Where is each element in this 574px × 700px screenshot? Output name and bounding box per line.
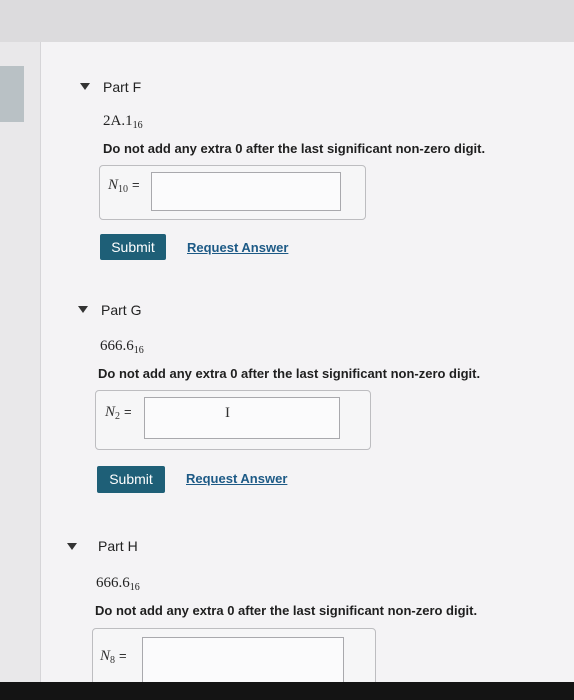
- part-g-answer-input[interactable]: [144, 397, 340, 439]
- number-value: 666.6: [96, 575, 130, 591]
- number-value: 2A.1: [103, 113, 133, 129]
- variable-name: N: [108, 177, 119, 193]
- part-h-variable-label: N8 =: [100, 648, 127, 666]
- side-indicator: [0, 66, 24, 122]
- part-h-instruction: Do not add any extra 0 after the last si…: [95, 603, 478, 618]
- part-f-submit-button[interactable]: Submit: [100, 234, 166, 260]
- variable-subscript: 8: [110, 655, 116, 666]
- text-cursor-icon: I: [225, 405, 230, 421]
- part-f-title[interactable]: Part F: [103, 79, 141, 95]
- number-base-subscript: 16: [132, 120, 143, 131]
- bottom-bar: [0, 682, 574, 700]
- part-h-expression: 666.616: [96, 575, 140, 593]
- number-value: 666.6: [100, 338, 134, 354]
- variable-subscript: 10: [118, 184, 129, 195]
- part-g-variable-label: N2 =: [105, 404, 132, 422]
- part-f-request-answer-link[interactable]: Request Answer: [187, 240, 288, 255]
- equals-sign: =: [119, 648, 127, 663]
- part-f-instruction: Do not add any extra 0 after the last si…: [103, 141, 486, 156]
- variable-name: N: [100, 648, 111, 664]
- collapse-caret-icon[interactable]: [80, 83, 90, 90]
- part-g-request-answer-link[interactable]: Request Answer: [186, 471, 287, 486]
- collapse-caret-icon[interactable]: [67, 543, 77, 550]
- part-g-expression: 666.616: [100, 338, 144, 356]
- collapse-caret-icon[interactable]: [78, 306, 88, 313]
- part-f-variable-label: N10 =: [108, 177, 140, 195]
- number-base-subscript: 16: [133, 345, 144, 356]
- part-f-answer-input[interactable]: [151, 172, 341, 211]
- part-g-instruction: Do not add any extra 0 after the last si…: [98, 366, 481, 381]
- part-g-title[interactable]: Part G: [101, 302, 141, 318]
- equals-sign: =: [124, 404, 132, 419]
- part-h-answer-input[interactable]: [142, 637, 344, 683]
- number-base-subscript: 16: [129, 582, 140, 593]
- part-g-submit-button[interactable]: Submit: [97, 466, 165, 493]
- variable-name: N: [105, 404, 116, 420]
- top-bar: [0, 0, 574, 42]
- part-f-expression: 2A.116: [103, 113, 143, 131]
- equals-sign: =: [132, 177, 140, 192]
- part-h-title[interactable]: Part H: [98, 538, 138, 554]
- variable-subscript: 2: [115, 411, 121, 422]
